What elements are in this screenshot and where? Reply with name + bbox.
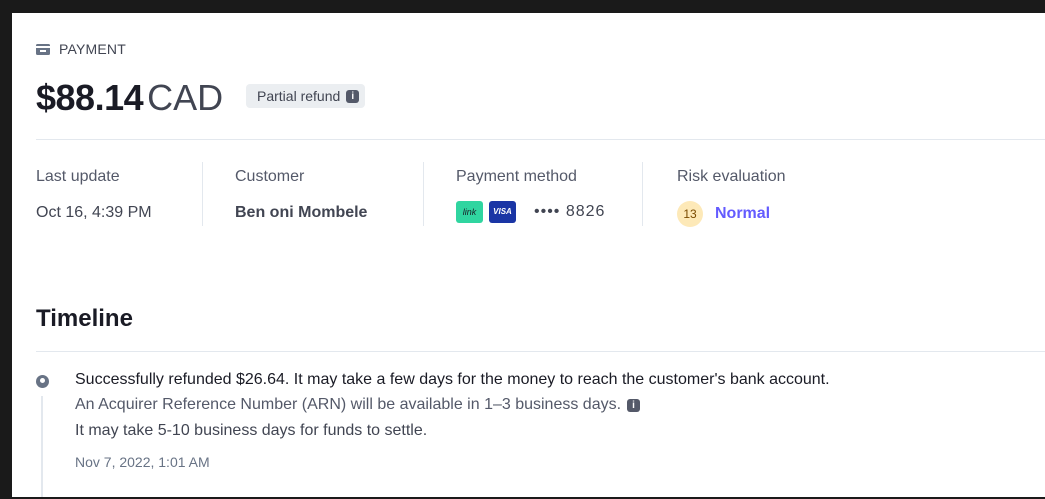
visa-logo-icon: VISA — [489, 201, 516, 223]
info-icon[interactable]: i — [346, 89, 360, 103]
timeline-event-message: Successfully refunded $26.64. It may tak… — [75, 371, 830, 388]
last-update-field: Last update Oct 16, 4:39 PM — [36, 168, 152, 222]
payment-method-field: Payment method link VISA •••• 8826 — [456, 168, 605, 223]
risk-score-badge: 13 — [677, 201, 703, 227]
timeline-event-note: It may take 5-10 business days for funds… — [75, 422, 428, 439]
customer-label: Customer — [235, 168, 305, 185]
detail-divider — [423, 162, 424, 226]
credit-card-icon — [36, 43, 50, 55]
info-icon[interactable]: i — [627, 398, 641, 412]
risk-field: Risk evaluation 13 Normal — [677, 168, 786, 227]
amount-row: $88.14 CAD — [36, 77, 223, 119]
detail-divider — [202, 162, 203, 226]
payment-method-label: Payment method — [456, 168, 577, 185]
payment-currency: CAD — [147, 77, 224, 118]
timeline-event-detail: An Acquirer Reference Number (ARN) will … — [75, 396, 622, 413]
timeline-title: Timeline — [36, 305, 133, 332]
timeline-divider — [36, 351, 1045, 352]
section-label: PAYMENT — [59, 41, 126, 57]
detail-divider — [642, 162, 643, 226]
section-header: PAYMENT — [36, 41, 126, 57]
payment-method-value: link VISA •••• 8826 — [456, 201, 605, 223]
status-badge-label: Partial refund — [257, 88, 341, 104]
last-update-label: Last update — [36, 168, 120, 185]
header-divider — [36, 139, 1045, 140]
refund-icon — [36, 375, 49, 388]
risk-value: 13 Normal — [677, 201, 786, 227]
timeline-event-body: Successfully refunded $26.64. It may tak… — [75, 368, 1035, 470]
payment-card: PAYMENT $88.14 CAD Partial refund i Last… — [12, 13, 1045, 497]
customer-link[interactable]: Ben oni Mombele — [235, 204, 367, 222]
timeline-event-date: Nov 7, 2022, 1:01 AM — [75, 454, 210, 470]
timeline-connector — [41, 396, 43, 497]
last-update-value: Oct 16, 4:39 PM — [36, 204, 152, 221]
card-last4: •••• 8826 — [534, 203, 606, 220]
link-logo-icon: link — [456, 201, 483, 223]
payment-amount: $88.14 — [36, 77, 144, 118]
risk-level-link[interactable]: Normal — [715, 205, 770, 223]
timeline-event-detail-row: An Acquirer Reference Number (ARN) will … — [75, 392, 1035, 418]
status-badge[interactable]: Partial refund i — [246, 84, 366, 108]
customer-field: Customer Ben oni Mombele — [235, 168, 367, 222]
risk-label: Risk evaluation — [677, 168, 786, 185]
